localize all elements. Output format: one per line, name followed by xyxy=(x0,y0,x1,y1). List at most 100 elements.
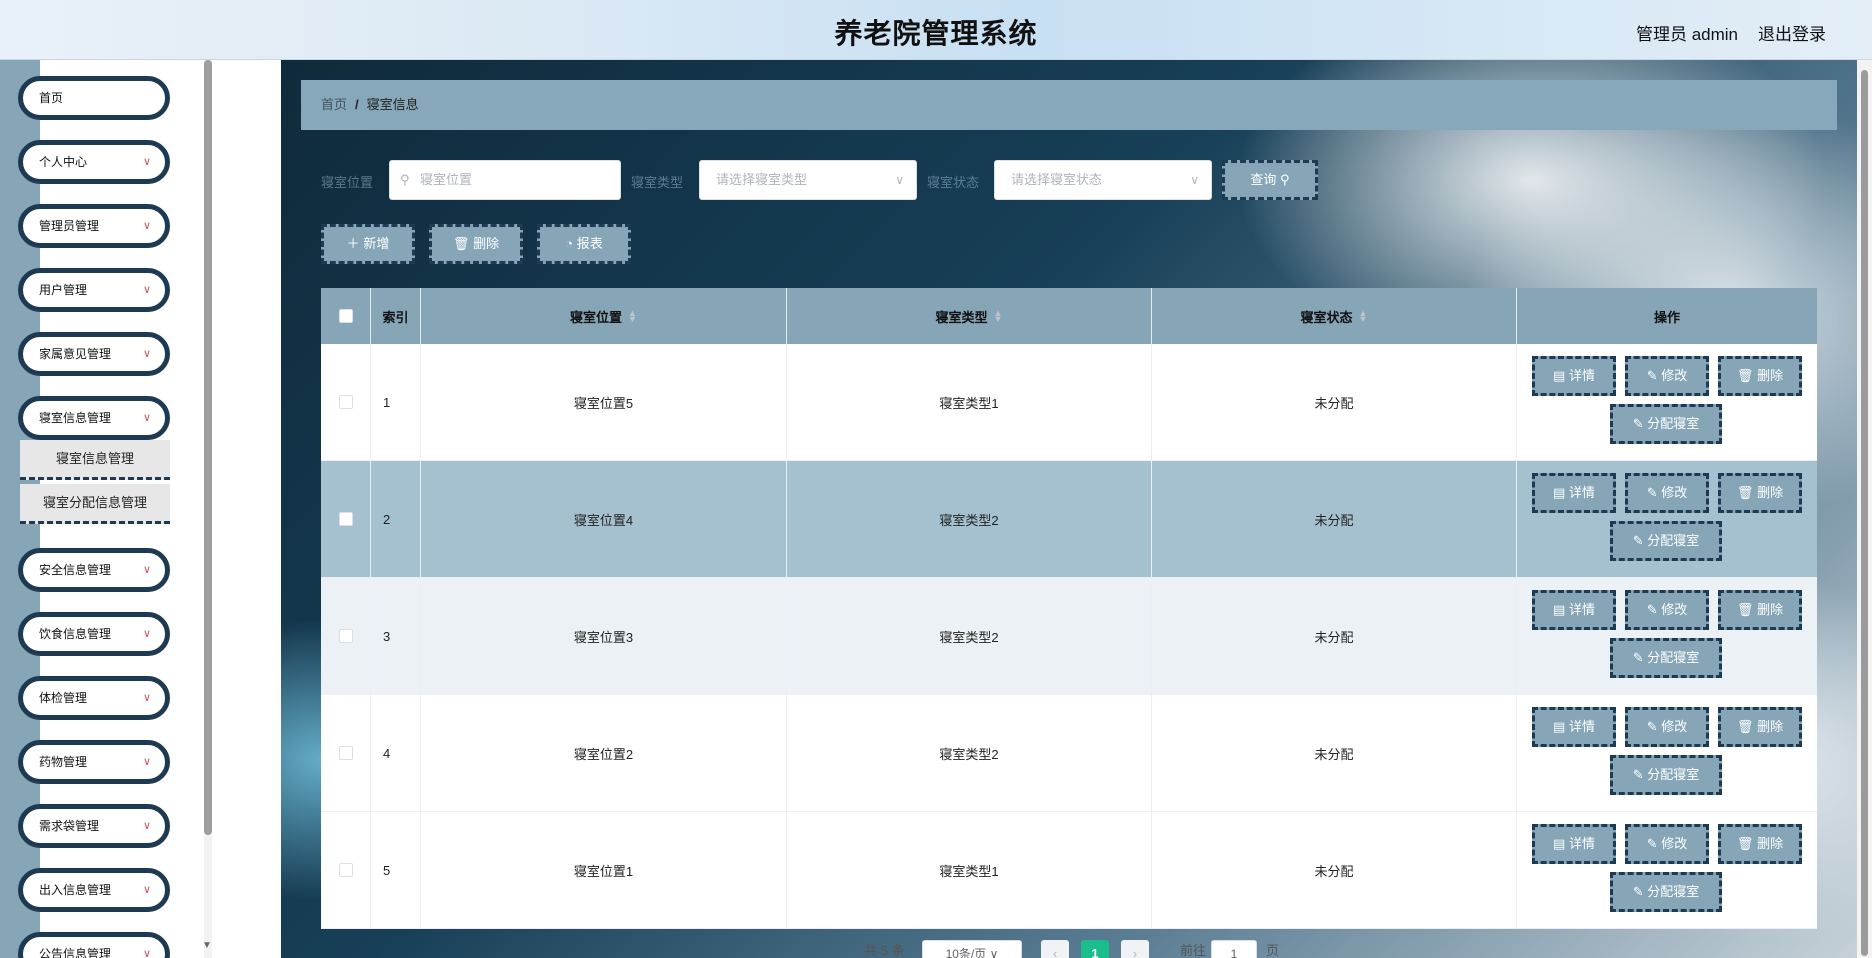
report-label: 报表 xyxy=(576,236,603,251)
prev-page-button[interactable]: ‹ xyxy=(1041,940,1069,958)
chevron-down-icon: ∨ xyxy=(142,564,151,576)
detail-button[interactable]: ▤ 详情 xyxy=(1532,590,1616,630)
status-select[interactable]: 请选择寝室状态 ∨ xyxy=(994,160,1212,200)
sort-icon[interactable]: ▲ ▼ xyxy=(628,309,637,324)
col-location[interactable]: 寝室位置 ▲ ▼ xyxy=(421,288,787,344)
location-cell: 寝室位置4 xyxy=(421,461,787,577)
assign-button[interactable]: ✎ 分配寝室 xyxy=(1610,521,1722,561)
detail-button[interactable]: ▤ 详情 xyxy=(1532,356,1616,396)
index-cell: 4 xyxy=(371,695,421,811)
edit-button[interactable]: ✎ 修改 xyxy=(1625,473,1709,513)
page-scroll-thumb[interactable] xyxy=(1861,70,1868,956)
logout-link[interactable]: 退出登录 xyxy=(1758,20,1826,45)
delete-label: 删除 xyxy=(1757,602,1784,617)
report-button[interactable]: ◔ 报表 xyxy=(537,224,631,264)
edit-button[interactable]: ✎ 修改 xyxy=(1625,707,1709,747)
row-checkbox[interactable] xyxy=(338,863,353,877)
assign-button[interactable]: ✎ 分配寝室 xyxy=(1610,638,1722,678)
assign-label: 分配寝室 xyxy=(1647,650,1700,665)
page-number[interactable]: 1 xyxy=(1081,940,1109,958)
sidebar-item-users[interactable]: 用户管理 ∨ xyxy=(18,268,170,312)
plus-icon: ＋ xyxy=(346,236,360,251)
next-page-button[interactable]: › xyxy=(1121,940,1149,958)
detail-button[interactable]: ▤ 详情 xyxy=(1532,473,1616,513)
delete-button[interactable]: 🗑 删除 xyxy=(429,224,523,264)
edit-label: 修改 xyxy=(1661,368,1688,383)
sidebar-subitem-dorm-assign[interactable]: 寝室分配信息管理 xyxy=(20,484,170,524)
sidebar-scroll-thumb[interactable] xyxy=(204,60,212,835)
sidebar-item-diet[interactable]: 饮食信息管理 ∨ xyxy=(18,612,170,656)
page-size-select[interactable]: 10条/页 ∨ xyxy=(922,940,1022,958)
select-all-cell xyxy=(321,288,371,344)
edit-label: 修改 xyxy=(1661,602,1688,617)
document-icon: ▤ xyxy=(1553,602,1566,617)
row-delete-button[interactable]: 🗑 删除 xyxy=(1718,356,1802,396)
row-delete-button[interactable]: 🗑 删除 xyxy=(1718,590,1802,630)
scroll-down-icon[interactable]: ▼ xyxy=(202,940,212,951)
edit-button[interactable]: ✎ 修改 xyxy=(1625,356,1709,396)
sidebar-item-profile[interactable]: 个人中心 ∨ xyxy=(18,140,170,184)
detail-button[interactable]: ▤ 详情 xyxy=(1532,824,1616,864)
sort-icon[interactable]: ▲ ▼ xyxy=(994,309,1003,324)
sidebar-item-checkup[interactable]: 体检管理 ∨ xyxy=(18,676,170,720)
col-actions: 操作 xyxy=(1517,288,1817,344)
sidebar-item-medicine[interactable]: 药物管理 ∨ xyxy=(18,740,170,784)
chevron-down-icon: ∨ xyxy=(142,156,151,168)
sidebar-item-family-feedback[interactable]: 家属意见管理 ∨ xyxy=(18,332,170,376)
col-type[interactable]: 寝室类型 ▲ ▼ xyxy=(787,288,1152,344)
chevron-down-icon: ∨ xyxy=(989,947,999,958)
main-content: 首页 / 寝室信息 寝室位置 ⚲ 寝室位置 寝室类型 请选择寝室类型 ∨ 寝室状态 … xyxy=(281,60,1857,958)
sidebar-item-notice[interactable]: 公告信息管理 ∨ xyxy=(18,932,170,958)
sort-icon[interactable]: ▲ ▼ xyxy=(1359,309,1368,324)
row-checkbox[interactable] xyxy=(338,395,353,409)
goto-input[interactable]: 1 xyxy=(1211,940,1257,958)
row-delete-button[interactable]: 🗑 删除 xyxy=(1718,707,1802,747)
detail-button[interactable]: ▤ 详情 xyxy=(1532,707,1616,747)
trash-icon: 🗑 xyxy=(452,236,470,251)
pencil-icon: ✎ xyxy=(1632,767,1644,782)
edit-button[interactable]: ✎ 修改 xyxy=(1625,590,1709,630)
assign-button[interactable]: ✎ 分配寝室 xyxy=(1610,872,1722,912)
assign-label: 分配寝室 xyxy=(1647,884,1700,899)
query-label: 查询 xyxy=(1250,172,1277,187)
row-checkbox[interactable] xyxy=(338,746,353,760)
search-icon: ⚲ xyxy=(400,172,410,187)
assign-button[interactable]: ✎ 分配寝室 xyxy=(1610,404,1722,444)
index-cell: 2 xyxy=(371,461,421,577)
type-placeholder: 请选择寝室类型 xyxy=(716,172,808,187)
sidebar-item-dorm[interactable]: 寝室信息管理 ∨ xyxy=(18,396,170,440)
pencil-icon: ✎ xyxy=(1646,602,1658,617)
location-input[interactable]: ⚲ 寝室位置 xyxy=(389,160,621,200)
col-status-label: 寝室状态 xyxy=(1300,309,1353,325)
sidebar-item-admin[interactable]: 管理员管理 ∨ xyxy=(18,204,170,248)
add-button[interactable]: ＋ 新增 xyxy=(321,224,415,264)
select-all-checkbox[interactable] xyxy=(338,309,353,323)
assign-button[interactable]: ✎ 分配寝室 xyxy=(1610,755,1722,795)
trash-icon: 🗑 xyxy=(1736,485,1754,500)
chevron-down-icon: ∨ xyxy=(142,948,151,958)
col-status[interactable]: 寝室状态 ▲ ▼ xyxy=(1152,288,1517,344)
pencil-icon: ✎ xyxy=(1632,416,1644,431)
row-delete-button[interactable]: 🗑 删除 xyxy=(1718,824,1802,864)
sidebar-item-home[interactable]: 首页 xyxy=(18,76,170,120)
pagination-total: 共 5 条 xyxy=(864,943,905,958)
goto-prefix: 前往 xyxy=(1180,943,1207,958)
query-button[interactable]: 查询 ⚲ xyxy=(1222,160,1318,200)
sidebar-subitem-dorm-info[interactable]: 寝室信息管理 xyxy=(20,440,170,480)
delete-label: 删除 xyxy=(1757,485,1784,500)
sidebar-item-safety[interactable]: 安全信息管理 ∨ xyxy=(18,548,170,592)
sidebar-item-access[interactable]: 出入信息管理 ∨ xyxy=(18,868,170,912)
page-scrollbar[interactable] xyxy=(1857,60,1872,958)
index-cell: 3 xyxy=(371,578,421,694)
edit-button[interactable]: ✎ 修改 xyxy=(1625,824,1709,864)
type-select[interactable]: 请选择寝室类型 ∨ xyxy=(699,160,917,200)
type-cell: 寝室类型1 xyxy=(787,812,1152,928)
row-checkbox[interactable] xyxy=(338,512,353,526)
sidebar-item-needs[interactable]: 需求袋管理 ∨ xyxy=(18,804,170,848)
sidebar-item-label: 管理员管理 xyxy=(39,219,100,233)
row-delete-button[interactable]: 🗑 删除 xyxy=(1718,473,1802,513)
assign-label: 分配寝室 xyxy=(1647,416,1700,431)
row-checkbox[interactable] xyxy=(338,629,353,643)
breadcrumb-home[interactable]: 首页 xyxy=(321,97,347,112)
type-cell: 寝室类型1 xyxy=(787,344,1152,460)
